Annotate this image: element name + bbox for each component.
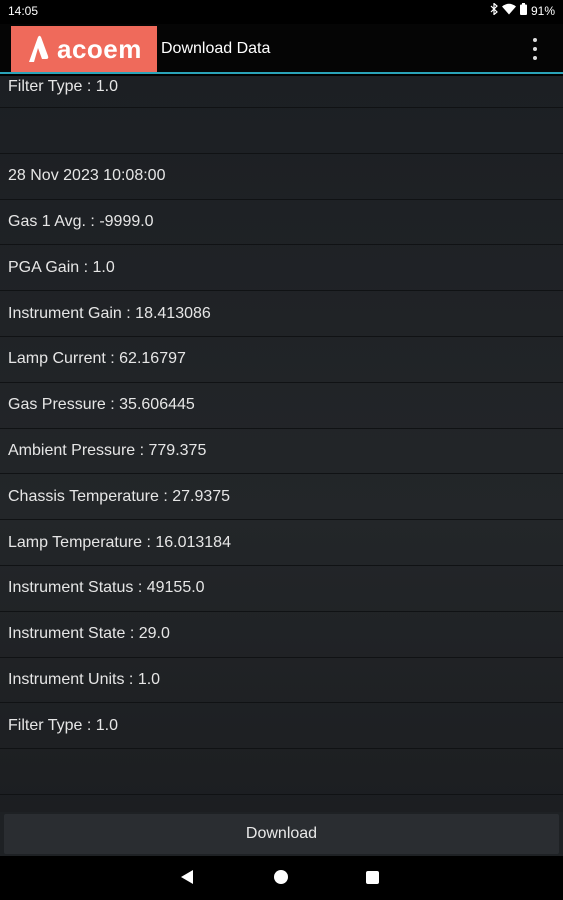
list-item: Filter Type : 1.0 <box>0 703 563 750</box>
list-item: Instrument State : 29.0 <box>0 612 563 658</box>
status-icons: 91% <box>490 2 555 18</box>
list-item <box>0 749 563 795</box>
back-icon[interactable] <box>181 870 193 884</box>
list-item <box>0 795 563 812</box>
battery-icon <box>519 3 527 18</box>
list-item: Instrument Units : 1.0 <box>0 658 563 704</box>
home-icon[interactable] <box>274 870 288 884</box>
download-button[interactable]: Download <box>4 814 559 854</box>
list-item: Gas Pressure : 35.606445 <box>0 383 563 429</box>
app-bar: acoem Download Data <box>0 24 563 74</box>
battery-percent: 91% <box>530 3 555 18</box>
page-title: Download Data <box>161 40 271 57</box>
list-item: PGA Gain : 1.0 <box>0 245 563 292</box>
list-item <box>0 108 563 154</box>
list-item: Ambient Pressure : 779.375 <box>0 429 563 475</box>
list-item: Lamp Current : 62.16797 <box>0 337 563 383</box>
acoem-logo-icon <box>29 35 49 62</box>
download-area: Download <box>0 812 563 856</box>
list-item: Gas 1 Avg. : -9999.0 <box>0 200 563 246</box>
overflow-menu-icon[interactable] <box>527 38 543 60</box>
list-item: Lamp Temperature : 16.013184 <box>0 520 563 566</box>
list-item: Instrument Status : 49155.0 <box>0 566 563 612</box>
list-item: 28 Nov 2023 10:08:00 <box>0 154 563 200</box>
bluetooth-icon <box>490 2 498 18</box>
logo-text: acoem <box>57 33 142 64</box>
status-time: 14:05 <box>8 4 39 18</box>
navigation-bar <box>0 856 563 900</box>
recents-icon[interactable] <box>366 871 379 884</box>
list-item: Chassis Temperature : 27.9375 <box>0 474 563 521</box>
wifi-icon <box>501 3 516 18</box>
acoem-logo: acoem <box>11 26 157 72</box>
status-bar: 14:05 91% <box>0 0 563 24</box>
list-item: Instrument Gain : 18.413086 <box>0 291 563 337</box>
data-list[interactable]: Filter Type : 1.0 28 Nov 2023 10:08:00 G… <box>0 76 563 812</box>
list-item: Filter Type : 1.0 <box>0 76 563 108</box>
